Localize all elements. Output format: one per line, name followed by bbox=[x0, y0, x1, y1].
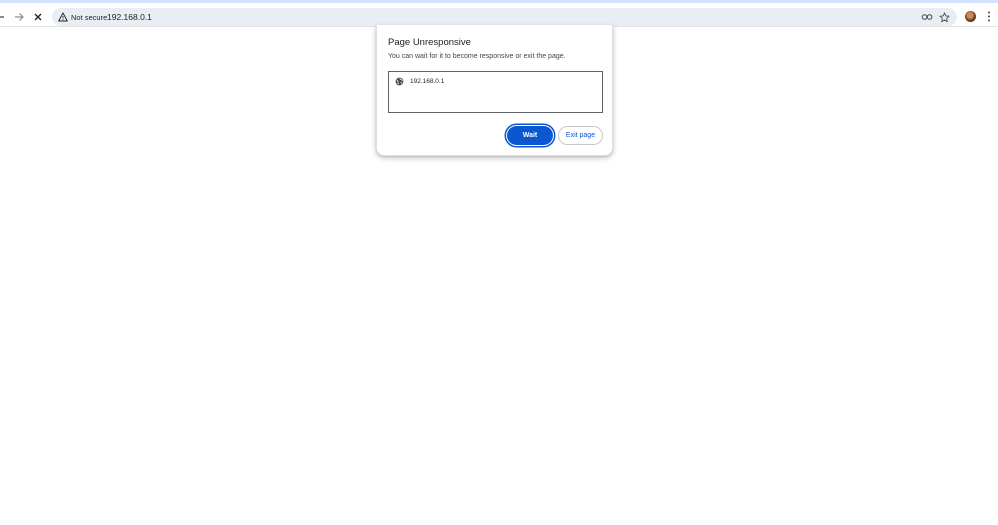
password-manager-button[interactable] bbox=[921, 11, 933, 23]
star-icon bbox=[939, 12, 949, 22]
back-button[interactable] bbox=[0, 8, 9, 26]
browser-menu-button[interactable] bbox=[985, 10, 993, 23]
exit-page-button[interactable]: Exit page bbox=[558, 126, 603, 145]
page-unresponsive-dialog: Page Unresponsive You can wait for it to… bbox=[376, 25, 613, 156]
list-item: 192.168.0.1 bbox=[395, 77, 444, 86]
security-indicator[interactable]: Not secure bbox=[56, 10, 112, 24]
browser-toolbar: Not secure 192.168.0.1 bbox=[0, 3, 998, 26]
address-bar[interactable]: Not secure 192.168.0.1 bbox=[52, 8, 957, 26]
forward-button[interactable] bbox=[10, 8, 28, 26]
forward-arrow-icon bbox=[15, 13, 24, 21]
close-icon bbox=[34, 13, 42, 21]
bookmark-button[interactable] bbox=[938, 11, 950, 23]
security-label: Not secure bbox=[71, 12, 108, 22]
page-item-label: 192.168.0.1 bbox=[410, 78, 445, 85]
kebab-menu-icon bbox=[988, 11, 990, 22]
globe-icon bbox=[395, 77, 404, 86]
dialog-message: You can wait for it to become responsive… bbox=[388, 53, 566, 60]
url-text[interactable]: 192.168.0.1 bbox=[107, 12, 152, 22]
dialog-title: Page Unresponsive bbox=[388, 37, 471, 48]
avatar[interactable] bbox=[965, 11, 976, 22]
wait-button[interactable]: Wait bbox=[507, 126, 553, 145]
unresponsive-pages-list: 192.168.0.1 bbox=[388, 71, 603, 113]
stop-loading-button[interactable] bbox=[29, 8, 47, 26]
key-icon bbox=[921, 14, 933, 20]
back-arrow-icon bbox=[0, 16, 4, 18]
warning-triangle-icon bbox=[58, 12, 68, 22]
